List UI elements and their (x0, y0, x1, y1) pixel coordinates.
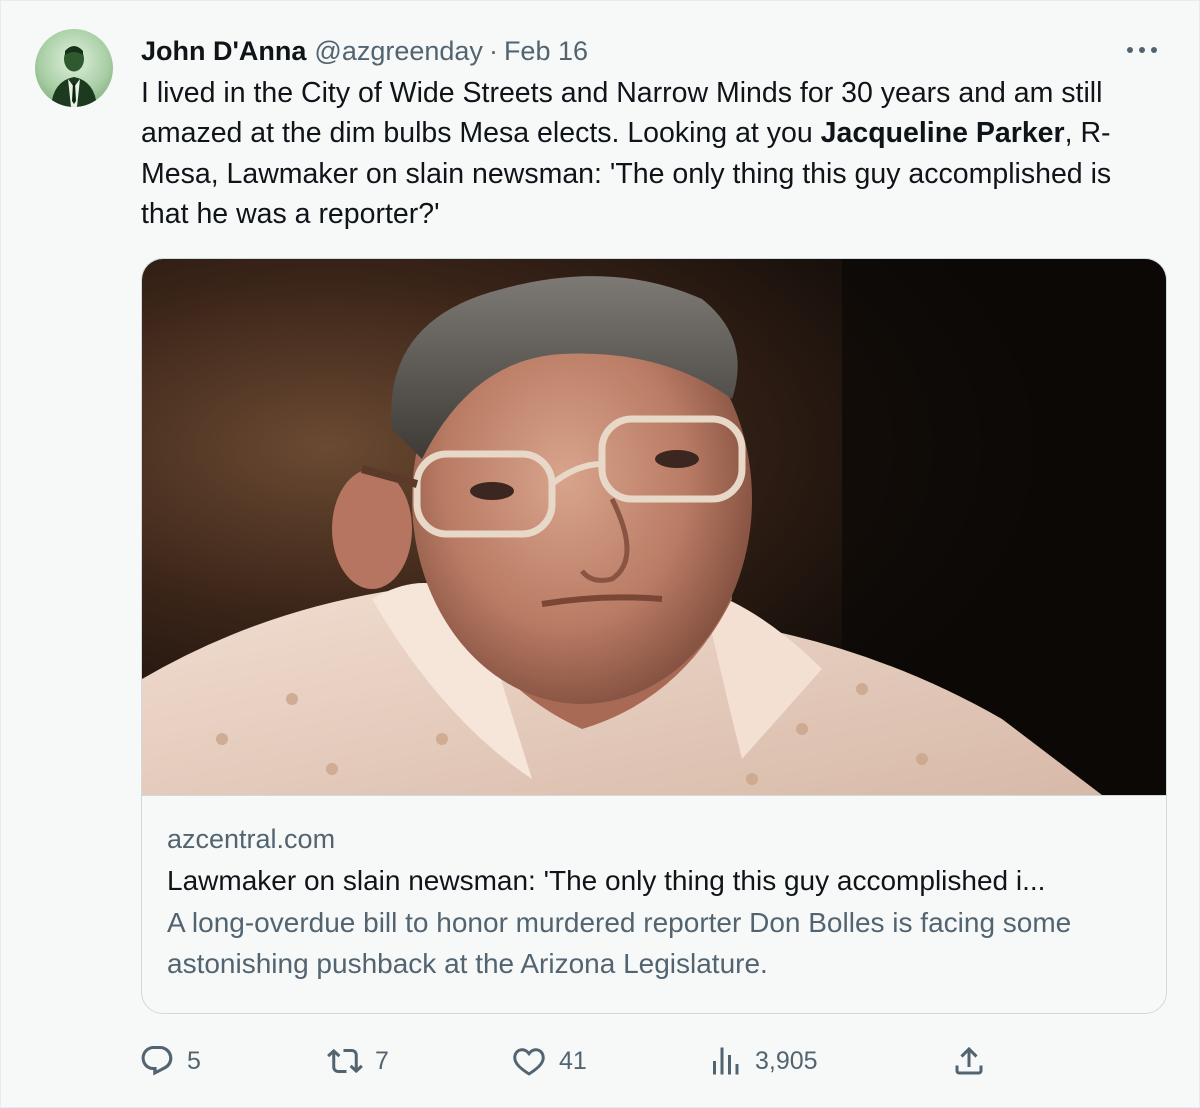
reply-button[interactable]: 5 (139, 1039, 201, 1083)
views-button[interactable]: 3,905 (707, 1039, 818, 1083)
heart-icon (513, 1048, 545, 1076)
card-domain: azcentral.com (167, 824, 336, 854)
author-handle[interactable]: @azgreenday (314, 36, 483, 67)
separator-dot: · (488, 35, 498, 66)
avatar-portrait-icon (51, 46, 97, 107)
portrait-photo-image (142, 259, 1166, 795)
tweet-header: John D'Anna @azgreenday · Feb 16 (141, 31, 588, 71)
card-title[interactable]: Lawmaker on slain newsman: 'The only thi… (167, 859, 1141, 903)
reply-icon (141, 1046, 173, 1076)
tweet-text: I lived in the City of Wide Streets and … (141, 73, 1151, 234)
card-image[interactable] (142, 259, 1166, 796)
reply-count: 5 (187, 1046, 201, 1075)
retweet-count: 7 (375, 1046, 389, 1075)
action-bar: 5 7 41 3,905 (139, 1039, 999, 1083)
like-count: 41 (559, 1046, 587, 1075)
tweet-date[interactable]: Feb 16 (504, 36, 588, 67)
more-options-button[interactable] (1125, 35, 1159, 65)
views-bar-chart-icon (713, 1047, 739, 1075)
author-name[interactable]: John D'Anna (141, 36, 306, 67)
more-horizontal-icon (1127, 47, 1157, 53)
link-preview-card[interactable]: azcentral.com Lawmaker on slain newsman:… (141, 258, 1167, 1014)
card-meta: azcentral.com Lawmaker on slain newsman:… (167, 819, 1141, 984)
mention-link[interactable]: Jacqueline Parker (821, 117, 1065, 149)
views-count: 3,905 (755, 1046, 818, 1075)
tweet-container[interactable]: John D'Anna @azgreenday · Feb 16 I lived… (0, 0, 1200, 1108)
retweet-icon (327, 1048, 363, 1074)
share-button[interactable] (951, 1039, 987, 1083)
avatar[interactable] (35, 29, 113, 107)
like-button[interactable]: 41 (511, 1039, 587, 1083)
share-icon (955, 1046, 983, 1075)
retweet-button[interactable]: 7 (327, 1039, 389, 1083)
card-description: A long-overdue bill to honor murdered re… (167, 907, 1072, 979)
